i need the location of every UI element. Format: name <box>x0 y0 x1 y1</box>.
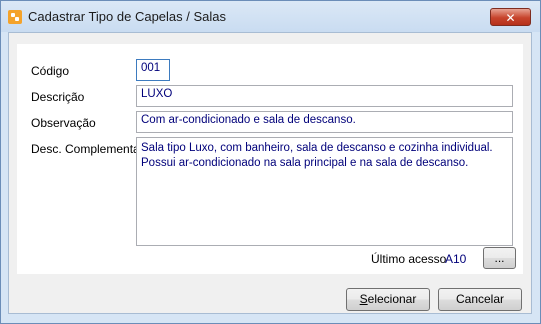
selecionar-mnemonic: S <box>359 292 368 306</box>
observacao-field[interactable]: Com ar-condicionado e sala de descanso. <box>136 111 513 133</box>
codigo-label: Código <box>31 64 70 78</box>
selecionar-button[interactable]: Selecionar <box>346 288 430 311</box>
selecionar-label: elecionar <box>367 292 417 306</box>
close-icon[interactable]: ✕ <box>490 8 531 26</box>
ultimo-acesso-label: Último acesso <box>371 252 447 266</box>
desc-complementar-textarea[interactable]: Sala tipo Luxo, com banheiro, sala de de… <box>136 137 513 246</box>
observacao-label: Observação <box>31 116 96 130</box>
title-bar[interactable]: Cadastrar Tipo de Capelas / Salas ✕ <box>1 1 540 32</box>
ultimo-acesso-value: A10 <box>445 252 467 266</box>
ellipsis-button[interactable]: ... <box>483 247 516 269</box>
dialog-body: Código 001 Descrição LUXO Observação Com… <box>8 32 532 314</box>
desc-complementar-label: Desc. Complementar <box>31 142 144 156</box>
codigo-field[interactable]: 001 <box>136 59 170 81</box>
dialog-window: Cadastrar Tipo de Capelas / Salas ✕ Códi… <box>0 0 541 324</box>
app-logo-icon <box>8 10 22 24</box>
descricao-field[interactable]: LUXO <box>136 85 513 107</box>
form-panel: Código 001 Descrição LUXO Observação Com… <box>17 44 523 274</box>
cancelar-button[interactable]: Cancelar <box>438 288 522 311</box>
window-title: Cadastrar Tipo de Capelas / Salas <box>28 9 226 24</box>
descricao-label: Descrição <box>31 90 85 104</box>
